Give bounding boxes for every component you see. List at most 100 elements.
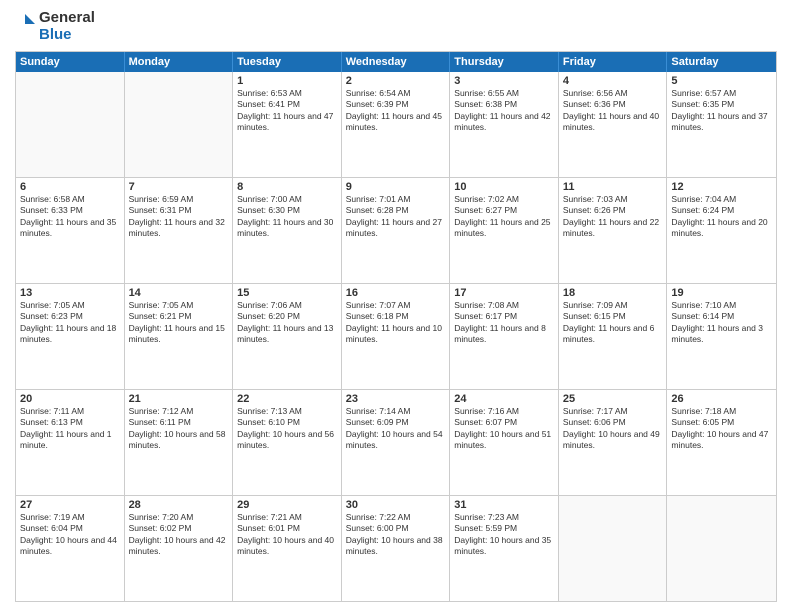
header-day-thursday: Thursday xyxy=(450,52,559,72)
cell-info: Sunrise: 6:53 AMSunset: 6:41 PMDaylight:… xyxy=(237,88,337,134)
calendar-cell-3: 3Sunrise: 6:55 AMSunset: 6:38 PMDaylight… xyxy=(450,72,559,177)
calendar-cell-23: 23Sunrise: 7:14 AMSunset: 6:09 PMDayligh… xyxy=(342,390,451,495)
cell-info: Sunrise: 7:14 AMSunset: 6:09 PMDaylight:… xyxy=(346,406,446,452)
calendar-cell-6: 6Sunrise: 6:58 AMSunset: 6:33 PMDaylight… xyxy=(16,178,125,283)
logo-bird-icon xyxy=(15,12,35,42)
day-number: 24 xyxy=(454,393,554,405)
calendar-cell-11: 11Sunrise: 7:03 AMSunset: 6:26 PMDayligh… xyxy=(559,178,668,283)
cell-info: Sunrise: 7:02 AMSunset: 6:27 PMDaylight:… xyxy=(454,194,554,240)
day-number: 16 xyxy=(346,287,446,299)
calendar-cell-29: 29Sunrise: 7:21 AMSunset: 6:01 PMDayligh… xyxy=(233,496,342,601)
cell-info: Sunrise: 6:55 AMSunset: 6:38 PMDaylight:… xyxy=(454,88,554,134)
calendar-cell-28: 28Sunrise: 7:20 AMSunset: 6:02 PMDayligh… xyxy=(125,496,234,601)
calendar-cell-14: 14Sunrise: 7:05 AMSunset: 6:21 PMDayligh… xyxy=(125,284,234,389)
header-day-wednesday: Wednesday xyxy=(342,52,451,72)
calendar-cell-12: 12Sunrise: 7:04 AMSunset: 6:24 PMDayligh… xyxy=(667,178,776,283)
day-number: 19 xyxy=(671,287,772,299)
logo-container: General Blue xyxy=(15,10,95,43)
header-day-tuesday: Tuesday xyxy=(233,52,342,72)
day-number: 9 xyxy=(346,181,446,193)
logo-text: General Blue xyxy=(39,10,95,43)
cell-info: Sunrise: 7:23 AMSunset: 5:59 PMDaylight:… xyxy=(454,512,554,558)
logo-line2: Blue xyxy=(39,27,95,44)
cell-info: Sunrise: 6:59 AMSunset: 6:31 PMDaylight:… xyxy=(129,194,229,240)
cell-info: Sunrise: 7:16 AMSunset: 6:07 PMDaylight:… xyxy=(454,406,554,452)
calendar-body: 1Sunrise: 6:53 AMSunset: 6:41 PMDaylight… xyxy=(16,72,776,601)
day-number: 15 xyxy=(237,287,337,299)
calendar-cell-25: 25Sunrise: 7:17 AMSunset: 6:06 PMDayligh… xyxy=(559,390,668,495)
logo: General Blue xyxy=(15,10,95,43)
calendar-cell-22: 22Sunrise: 7:13 AMSunset: 6:10 PMDayligh… xyxy=(233,390,342,495)
cell-info: Sunrise: 6:56 AMSunset: 6:36 PMDaylight:… xyxy=(563,88,663,134)
day-number: 26 xyxy=(671,393,772,405)
day-number: 28 xyxy=(129,499,229,511)
day-number: 21 xyxy=(129,393,229,405)
cell-info: Sunrise: 7:10 AMSunset: 6:14 PMDaylight:… xyxy=(671,300,772,346)
calendar-cell-7: 7Sunrise: 6:59 AMSunset: 6:31 PMDaylight… xyxy=(125,178,234,283)
cell-info: Sunrise: 7:08 AMSunset: 6:17 PMDaylight:… xyxy=(454,300,554,346)
calendar-cell-17: 17Sunrise: 7:08 AMSunset: 6:17 PMDayligh… xyxy=(450,284,559,389)
day-number: 4 xyxy=(563,75,663,87)
cell-info: Sunrise: 7:21 AMSunset: 6:01 PMDaylight:… xyxy=(237,512,337,558)
cell-info: Sunrise: 6:54 AMSunset: 6:39 PMDaylight:… xyxy=(346,88,446,134)
cell-info: Sunrise: 7:17 AMSunset: 6:06 PMDaylight:… xyxy=(563,406,663,452)
day-number: 2 xyxy=(346,75,446,87)
cell-info: Sunrise: 7:07 AMSunset: 6:18 PMDaylight:… xyxy=(346,300,446,346)
calendar-row-4: 20Sunrise: 7:11 AMSunset: 6:13 PMDayligh… xyxy=(16,389,776,495)
cell-info: Sunrise: 7:00 AMSunset: 6:30 PMDaylight:… xyxy=(237,194,337,240)
calendar-cell-8: 8Sunrise: 7:00 AMSunset: 6:30 PMDaylight… xyxy=(233,178,342,283)
day-number: 7 xyxy=(129,181,229,193)
calendar: SundayMondayTuesdayWednesdayThursdayFrid… xyxy=(15,51,777,602)
day-number: 14 xyxy=(129,287,229,299)
day-number: 6 xyxy=(20,181,120,193)
header-day-friday: Friday xyxy=(559,52,668,72)
day-number: 25 xyxy=(563,393,663,405)
day-number: 17 xyxy=(454,287,554,299)
calendar-cell-18: 18Sunrise: 7:09 AMSunset: 6:15 PMDayligh… xyxy=(559,284,668,389)
calendar-cell-empty xyxy=(16,72,125,177)
calendar-cell-9: 9Sunrise: 7:01 AMSunset: 6:28 PMDaylight… xyxy=(342,178,451,283)
page-header: General Blue xyxy=(15,10,777,43)
day-number: 12 xyxy=(671,181,772,193)
day-number: 23 xyxy=(346,393,446,405)
calendar-row-3: 13Sunrise: 7:05 AMSunset: 6:23 PMDayligh… xyxy=(16,283,776,389)
calendar-cell-1: 1Sunrise: 6:53 AMSunset: 6:41 PMDaylight… xyxy=(233,72,342,177)
calendar-cell-empty xyxy=(667,496,776,601)
day-number: 31 xyxy=(454,499,554,511)
calendar-cell-15: 15Sunrise: 7:06 AMSunset: 6:20 PMDayligh… xyxy=(233,284,342,389)
calendar-cell-24: 24Sunrise: 7:16 AMSunset: 6:07 PMDayligh… xyxy=(450,390,559,495)
day-number: 30 xyxy=(346,499,446,511)
day-number: 27 xyxy=(20,499,120,511)
cell-info: Sunrise: 7:11 AMSunset: 6:13 PMDaylight:… xyxy=(20,406,120,452)
calendar-cell-20: 20Sunrise: 7:11 AMSunset: 6:13 PMDayligh… xyxy=(16,390,125,495)
calendar-cell-5: 5Sunrise: 6:57 AMSunset: 6:35 PMDaylight… xyxy=(667,72,776,177)
calendar-cell-26: 26Sunrise: 7:18 AMSunset: 6:05 PMDayligh… xyxy=(667,390,776,495)
calendar-cell-21: 21Sunrise: 7:12 AMSunset: 6:11 PMDayligh… xyxy=(125,390,234,495)
calendar-cell-empty xyxy=(125,72,234,177)
day-number: 10 xyxy=(454,181,554,193)
cell-info: Sunrise: 7:03 AMSunset: 6:26 PMDaylight:… xyxy=(563,194,663,240)
cell-info: Sunrise: 7:05 AMSunset: 6:21 PMDaylight:… xyxy=(129,300,229,346)
day-number: 1 xyxy=(237,75,337,87)
calendar-cell-19: 19Sunrise: 7:10 AMSunset: 6:14 PMDayligh… xyxy=(667,284,776,389)
cell-info: Sunrise: 7:06 AMSunset: 6:20 PMDaylight:… xyxy=(237,300,337,346)
cell-info: Sunrise: 7:09 AMSunset: 6:15 PMDaylight:… xyxy=(563,300,663,346)
cell-info: Sunrise: 7:12 AMSunset: 6:11 PMDaylight:… xyxy=(129,406,229,452)
cell-info: Sunrise: 7:18 AMSunset: 6:05 PMDaylight:… xyxy=(671,406,772,452)
day-number: 20 xyxy=(20,393,120,405)
header-day-sunday: Sunday xyxy=(16,52,125,72)
calendar-cell-13: 13Sunrise: 7:05 AMSunset: 6:23 PMDayligh… xyxy=(16,284,125,389)
day-number: 13 xyxy=(20,287,120,299)
cell-info: Sunrise: 7:04 AMSunset: 6:24 PMDaylight:… xyxy=(671,194,772,240)
calendar-row-1: 1Sunrise: 6:53 AMSunset: 6:41 PMDaylight… xyxy=(16,72,776,177)
day-number: 11 xyxy=(563,181,663,193)
calendar-cell-16: 16Sunrise: 7:07 AMSunset: 6:18 PMDayligh… xyxy=(342,284,451,389)
calendar-cell-2: 2Sunrise: 6:54 AMSunset: 6:39 PMDaylight… xyxy=(342,72,451,177)
calendar-cell-31: 31Sunrise: 7:23 AMSunset: 5:59 PMDayligh… xyxy=(450,496,559,601)
day-number: 29 xyxy=(237,499,337,511)
day-number: 5 xyxy=(671,75,772,87)
calendar-cell-27: 27Sunrise: 7:19 AMSunset: 6:04 PMDayligh… xyxy=(16,496,125,601)
header-day-saturday: Saturday xyxy=(667,52,776,72)
header-day-monday: Monday xyxy=(125,52,234,72)
cell-info: Sunrise: 6:57 AMSunset: 6:35 PMDaylight:… xyxy=(671,88,772,134)
